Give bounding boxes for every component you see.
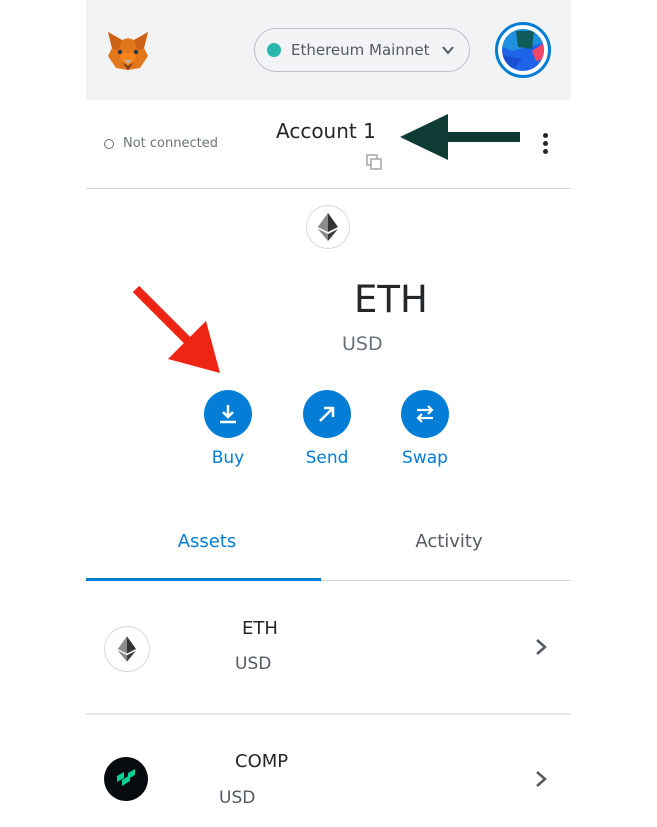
status-dot-icon [104, 138, 114, 149]
eth-logo [306, 205, 350, 249]
network-selector[interactable]: Ethereum Mainnet [254, 28, 470, 72]
send-label: Send [305, 448, 349, 468]
send-button[interactable]: Send [287, 390, 367, 468]
compound-icon [104, 757, 148, 801]
app-header: Ethereum Mainnet [86, 0, 571, 100]
wallet-actions: Buy Send Swap [86, 390, 571, 480]
send-circle[interactable] [303, 390, 351, 438]
chevron-down-icon [442, 46, 454, 55]
asset-fiat: USD [219, 788, 256, 808]
asset-tabs: Assets Activity [86, 510, 571, 581]
account-jazzicon [502, 29, 544, 71]
buy-button[interactable]: Buy [188, 390, 268, 468]
tab-activity[interactable]: Activity [328, 510, 570, 580]
account-name[interactable]: Account 1 [276, 119, 376, 143]
tab-assets[interactable]: Assets [86, 510, 328, 580]
annotation-arrow-dark [400, 114, 520, 160]
account-menu-button[interactable] [495, 22, 551, 78]
asset-fiat: USD [235, 654, 272, 674]
swap-circle[interactable] [401, 390, 449, 438]
network-status-dot [267, 43, 281, 57]
asset-symbol: ETH [242, 618, 278, 639]
eth-icon [318, 213, 338, 241]
buy-label: Buy [211, 448, 245, 468]
download-icon [220, 405, 236, 424]
eth-icon [104, 626, 150, 672]
asset-row-eth[interactable]: ETH USD [86, 581, 571, 715]
copy-icon[interactable] [366, 154, 382, 170]
token-balance: ETH [354, 278, 428, 321]
annotation-arrow-red [132, 285, 220, 373]
asset-row-comp[interactable]: COMP USD [86, 715, 571, 827]
kebab-menu-icon[interactable] [540, 133, 550, 157]
swap-button[interactable]: Swap [385, 390, 465, 468]
swap-icon [416, 405, 434, 423]
connection-status-label: Not connected [123, 136, 218, 151]
metamask-fox-icon[interactable] [104, 26, 152, 74]
buy-circle[interactable] [204, 390, 252, 438]
chevron-right-icon [536, 771, 547, 787]
asset-symbol: COMP [235, 751, 289, 772]
network-label: Ethereum Mainnet [291, 41, 430, 59]
swap-label: Swap [402, 448, 448, 468]
chevron-right-icon [536, 639, 547, 655]
arrow-up-right-icon [319, 406, 335, 422]
fiat-balance: USD [342, 333, 383, 355]
connection-status[interactable]: Not connected [104, 136, 218, 151]
